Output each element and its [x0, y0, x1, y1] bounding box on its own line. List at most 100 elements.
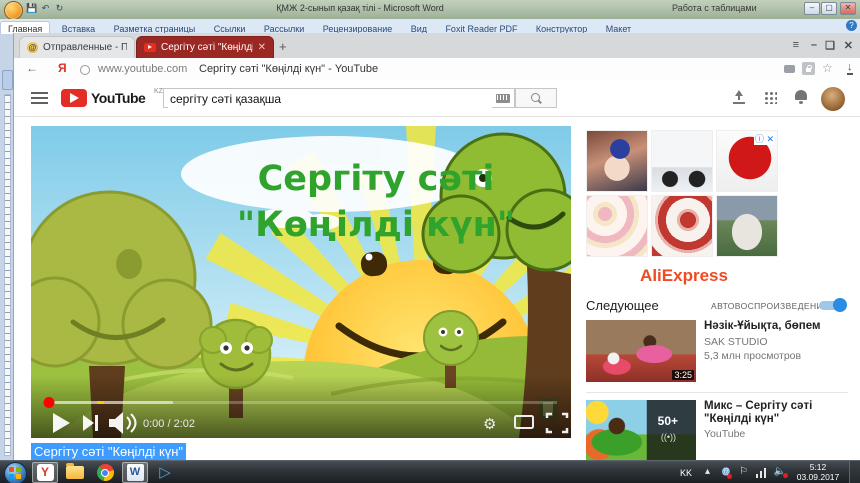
network-icon[interactable] — [756, 467, 768, 478]
ad-brand-logo[interactable]: AliExpress — [586, 266, 782, 286]
upload-icon[interactable] — [732, 90, 746, 104]
scrubber-handle[interactable] — [44, 397, 55, 408]
agent-tray-icon[interactable]: @ — [722, 466, 730, 478]
video-player[interactable]: Сергіту сәті "Көңілді күн" — [31, 126, 571, 438]
back-button[interactable]: ← — [26, 61, 38, 75]
player-settings-icon[interactable]: ⚙ — [483, 416, 496, 433]
folder-icon — [66, 466, 84, 479]
word-vertical-ruler — [0, 34, 14, 460]
upnext-video-channel[interactable]: SAK STUDIO — [704, 336, 768, 348]
video-overlay-title-line2: "Көңілді күн" — [237, 205, 515, 245]
word-scrollbar[interactable] — [2, 70, 13, 90]
youtube-logo-icon[interactable] — [61, 89, 87, 107]
hamburger-menu-icon[interactable] — [31, 92, 48, 104]
language-indicator[interactable]: KK — [680, 468, 692, 478]
tab-mail[interactable]: @ Отправленные - Почта Ма — [19, 36, 135, 58]
browser-close-button[interactable]: ✕ — [844, 39, 853, 52]
tab-video-active[interactable]: Сергіту сәті "Көңілді күн" ✕ — [136, 36, 274, 58]
ad-marker — [97, 401, 104, 404]
ad-banner[interactable] — [586, 130, 782, 260]
browser-window: @ Отправленные - Почта Ма Сергіту сәті "… — [13, 33, 860, 460]
ad-product-image[interactable] — [651, 195, 713, 257]
mix-icon: ((•)) — [661, 432, 676, 442]
browser-tabstrip: @ Отправленные - Почта Ма Сергіту сәті "… — [14, 33, 860, 59]
yandex-browser-icon: Y — [37, 464, 54, 481]
youtube-header: YouTube KZ — [14, 80, 860, 117]
protect-lock-icon[interactable] — [802, 62, 815, 75]
autoplay-toggle-knob[interactable] — [833, 298, 847, 312]
autoplay-toggle[interactable] — [819, 301, 845, 310]
autoplay-label: АВТОВОСПРОИЗВЕДЕНИЕ — [711, 301, 829, 311]
youtube-logo-text[interactable]: YouTube — [91, 90, 145, 106]
ad-product-image[interactable] — [586, 195, 648, 257]
desktop-screenshot: 💾 ↶ ↻ ҚМЖ 2-сынып қазақ тілі - Microsoft… — [0, 0, 860, 483]
word-context-group: Работа с таблицами — [672, 3, 757, 13]
upnext-label: Следующее — [586, 298, 659, 313]
search-button[interactable] — [515, 88, 557, 108]
upnext-video-title[interactable]: Нәзік-Ұйықта, бөпем — [704, 320, 854, 333]
browser-address-bar: ← Я www.youtube.com Сергіту сәті "Көңілд… — [14, 58, 860, 81]
ad-info-close-icons[interactable]: ⓘ ✕ — [754, 132, 775, 145]
tray-clock[interactable]: 5:12 03.09.2017 — [792, 463, 844, 482]
windows-taskbar: Y W ▷ KK ▴ @ ⚐ 🔈 5:12 03.09.2017 — [0, 460, 860, 483]
next-button-bar[interactable] — [95, 415, 98, 431]
word-close-button[interactable]: ✕ — [840, 2, 856, 15]
taskbar-chrome[interactable] — [92, 462, 118, 483]
divider — [586, 392, 848, 393]
browser-menu-icon[interactable]: ≡ — [793, 39, 799, 51]
upnext-header: Следующее АВТОВОСПРОИЗВЕДЕНИЕ — [586, 298, 848, 312]
mix-count-badge: 50+ — [658, 414, 678, 428]
upnext-thumbnail[interactable]: 3:25 — [586, 320, 696, 382]
taskbar-word[interactable]: W — [122, 462, 148, 483]
upnext-video-views: 5,3 млн просмотров — [704, 350, 801, 362]
ad-product-image[interactable] — [586, 130, 648, 192]
video-overlay-title-line1: Сергіту сәті — [258, 159, 495, 199]
word-minimize-button[interactable]: – — [804, 2, 820, 15]
word-maximize-button[interactable]: ▢ — [821, 2, 837, 15]
yandex-logo[interactable]: Я — [58, 61, 67, 75]
browser-minimize-button[interactable]: – — [811, 39, 817, 51]
volume-tray-icon[interactable]: 🔈 — [774, 466, 786, 477]
user-avatar[interactable] — [821, 87, 845, 111]
feedback-icon[interactable] — [784, 65, 795, 73]
mix-thumbnail[interactable]: 50+ ((•)) — [586, 400, 696, 462]
word-help-icon[interactable]: ? — [846, 20, 857, 31]
url-host[interactable]: www.youtube.com — [98, 63, 187, 75]
video-frame: Сергіту сәті "Көңілді күн" — [31, 126, 571, 438]
apps-grid-icon[interactable] — [764, 91, 777, 104]
site-connection-icon[interactable] — [80, 65, 90, 75]
keyboard-icon[interactable] — [496, 94, 510, 103]
tab-close-icon[interactable]: ✕ — [258, 42, 266, 53]
show-hidden-icons[interactable]: ▴ — [705, 466, 710, 477]
taskbar-media-player[interactable]: ▷ — [152, 462, 178, 483]
url-page-title: Сергіту сәті "Көңілді күн" - YouTube — [199, 63, 378, 75]
play-triangle-icon: ▷ — [159, 462, 171, 483]
youtube-region-label: KZ — [154, 88, 163, 95]
taskbar-yandex-browser[interactable]: Y — [32, 462, 58, 483]
search-icon — [531, 93, 540, 102]
notifications-bell-icon[interactable] — [795, 90, 807, 100]
browser-maximize-button[interactable]: ❑ — [825, 39, 835, 52]
search-input[interactable] — [168, 90, 492, 108]
search-box — [163, 88, 515, 108]
youtube-page: YouTube KZ — [14, 80, 860, 460]
youtube-favicon — [144, 43, 156, 52]
word-window-title: ҚМЖ 2-сынып қазақ тілі - Microsoft Word — [0, 3, 720, 13]
show-desktop-button[interactable] — [849, 461, 860, 483]
start-button[interactable] — [4, 462, 27, 483]
new-tab-button[interactable]: + — [279, 39, 287, 54]
word-icon: W — [127, 464, 144, 481]
mix-video-channel[interactable]: YouTube — [704, 428, 745, 440]
action-center-flag-icon[interactable]: ⚐ — [739, 466, 748, 477]
mail-favicon: @ — [27, 42, 38, 53]
bookmark-star-icon[interactable]: ☆ — [822, 61, 833, 75]
player-time: 0:00 / 2:02 — [143, 418, 195, 430]
ad-product-image[interactable] — [651, 130, 713, 192]
ad-product-image[interactable] — [716, 195, 778, 257]
taskbar-explorer[interactable] — [62, 462, 88, 483]
mix-video-title[interactable]: Микс – Сергіту сәті "Көңілді күн" — [704, 400, 854, 426]
video-title-selected[interactable]: Сергіту сәті "Көңілді күн" — [31, 443, 186, 460]
tray-date: 03.09.2017 — [792, 473, 844, 483]
downloads-icon[interactable]: ↓ — [847, 62, 853, 75]
duration-badge: 3:25 — [672, 370, 694, 380]
